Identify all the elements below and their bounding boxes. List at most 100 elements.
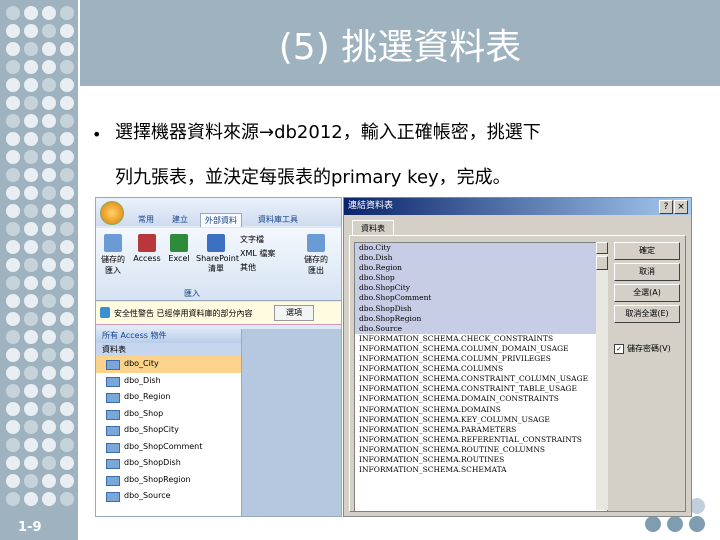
dot: [24, 6, 38, 20]
dot: [6, 384, 20, 398]
more-button[interactable]: 其他: [240, 262, 256, 273]
dot: [24, 168, 38, 182]
list-item[interactable]: dbo.ShopCity: [355, 283, 607, 294]
access-import-button[interactable]: Access: [132, 234, 162, 263]
saved-exports-button[interactable]: 儲存的匯出: [301, 234, 331, 276]
table-list[interactable]: dbo.City dbo.Dish dbo.Region dbo.Shop dbo.Sh…: [354, 242, 608, 512]
ribbon-item-label: 其他: [240, 263, 256, 272]
dot: [6, 240, 20, 254]
ribbon-item-label: XML 檔案: [240, 249, 276, 258]
select-all-button[interactable]: 全選(A): [614, 284, 680, 302]
dot: [42, 240, 56, 254]
dot: [24, 222, 38, 236]
ribbon-body: 儲存的匯入 Access Excel SharePoint清單 文字檔 XML …: [96, 228, 341, 301]
nav-table-label: dbo_ShopRegion: [124, 474, 191, 484]
dot: [6, 456, 20, 470]
list-item[interactable]: INFORMATION_SCHEMA.CHECK_CONSTRAINTS: [355, 334, 607, 344]
nav-table-item[interactable]: dbo_ShopCity: [96, 422, 241, 439]
dot: [24, 420, 38, 434]
dot: [689, 516, 705, 532]
dot: [6, 204, 20, 218]
excel-import-button[interactable]: Excel: [164, 234, 194, 263]
saved-exports-icon: [307, 234, 325, 252]
dot: [24, 276, 38, 290]
saved-imports-button[interactable]: 儲存的匯入: [98, 234, 128, 276]
nav-pane-header[interactable]: 所有 Access 物件: [96, 329, 241, 343]
dot: [6, 42, 20, 56]
list-item[interactable]: dbo.ShopRegion: [355, 313, 607, 324]
dot: [6, 348, 20, 362]
dot: [24, 348, 38, 362]
dot: [60, 456, 74, 470]
list-item[interactable]: INFORMATION_SCHEMA.KEY_COLUMN_USAGE: [355, 415, 607, 425]
checkbox-box[interactable]: ✓: [614, 343, 624, 354]
scroll-thumb[interactable]: [596, 256, 608, 270]
dot: [60, 6, 74, 20]
text-file-button[interactable]: 文字檔: [240, 234, 264, 245]
nav-table-item[interactable]: dbo_Source: [96, 488, 241, 505]
dot: [6, 366, 20, 380]
tab-database-tools[interactable]: 資料庫工具: [254, 213, 302, 226]
close-button[interactable]: ×: [674, 200, 688, 214]
list-item[interactable]: dbo.ShopComment: [355, 293, 607, 304]
scroll-up-arrow-icon[interactable]: [596, 242, 608, 254]
list-item[interactable]: INFORMATION_SCHEMA.SCHEMATA: [355, 465, 607, 475]
list-item[interactable]: INFORMATION_SCHEMA.COLUMNS: [355, 364, 607, 374]
bullet-text-line1: 選擇機器資料來源→db2012，輸入正確帳密，挑選下: [115, 122, 541, 143]
dot: [42, 150, 56, 164]
tab-home[interactable]: 常用: [134, 213, 158, 226]
list-scrollbar[interactable]: [596, 242, 608, 510]
list-item[interactable]: INFORMATION_SCHEMA.DOMAIN_CONSTRAINTS: [355, 394, 607, 404]
list-item[interactable]: INFORMATION_SCHEMA.CONSTRAINT_COLUMN_USA…: [355, 374, 607, 384]
tab-tables[interactable]: 資料表: [352, 220, 394, 236]
list-item[interactable]: INFORMATION_SCHEMA.DOMAINS: [355, 405, 607, 415]
list-item[interactable]: dbo.Shop: [355, 273, 607, 284]
nav-section-tables[interactable]: 資料表: [96, 343, 241, 356]
help-button[interactable]: ?: [659, 200, 673, 214]
frame-divider-horizontal: [80, 86, 720, 88]
xml-file-button[interactable]: XML 檔案: [240, 248, 275, 259]
tab-create[interactable]: 建立: [168, 213, 192, 226]
nav-table-item[interactable]: dbo_Shop: [96, 406, 241, 423]
dot: [42, 168, 56, 182]
security-options-button[interactable]: 選項: [274, 305, 314, 321]
deselect-all-button[interactable]: 取消全選(E): [614, 305, 680, 323]
dot: [42, 96, 56, 110]
excel-icon: [170, 234, 188, 252]
dot: [24, 402, 38, 416]
dot: [6, 474, 20, 488]
list-item[interactable]: dbo.Dish: [355, 253, 607, 264]
sharepoint-list-button[interactable]: SharePoint清單: [196, 234, 239, 274]
nav-table-item[interactable]: dbo_Region: [96, 389, 241, 406]
list-item[interactable]: dbo.Region: [355, 263, 607, 274]
dot: [24, 330, 38, 344]
list-item[interactable]: INFORMATION_SCHEMA.ROUTINE_COLUMNS: [355, 445, 607, 455]
linked-table-icon: [106, 426, 120, 436]
dot: [667, 516, 683, 532]
list-item[interactable]: INFORMATION_SCHEMA.REFERENTIAL_CONSTRAIN…: [355, 435, 607, 445]
list-item[interactable]: INFORMATION_SCHEMA.ROUTINES: [355, 455, 607, 465]
nav-table-item[interactable]: dbo_City: [96, 356, 241, 373]
ribbon-group-label: 匯入: [184, 289, 200, 298]
nav-table-item[interactable]: dbo_ShopDish: [96, 455, 241, 472]
nav-table-item[interactable]: dbo_ShopComment: [96, 439, 241, 456]
save-password-checkbox[interactable]: ✓ 儲存密碼(V): [614, 343, 671, 354]
tab-external-data[interactable]: 外部資料: [200, 213, 242, 227]
office-button[interactable]: [100, 201, 124, 225]
dot: [42, 276, 56, 290]
list-item[interactable]: dbo.ShopDish: [355, 303, 607, 314]
nav-table-item[interactable]: dbo_Dish: [96, 373, 241, 390]
list-item[interactable]: dbo.City: [355, 243, 607, 254]
linked-table-icon: [106, 475, 120, 486]
list-item[interactable]: INFORMATION_SCHEMA.CONSTRAINT_TABLE_USAG…: [355, 384, 607, 394]
list-item[interactable]: dbo.Source: [355, 323, 607, 334]
list-item[interactable]: INFORMATION_SCHEMA.COLUMN_PRIVILEGES: [355, 354, 607, 364]
nav-table-label: dbo_ShopCity: [124, 425, 179, 434]
ok-button[interactable]: 確定: [614, 242, 680, 260]
list-item[interactable]: INFORMATION_SCHEMA.PARAMETERS: [355, 425, 607, 435]
bullet-text-line2: 列九張表，並決定每張表的primary key，完成。: [115, 167, 511, 188]
list-item[interactable]: INFORMATION_SCHEMA.COLUMN_DOMAIN_USAGE: [355, 344, 607, 354]
dot: [42, 6, 56, 20]
cancel-button[interactable]: 取消: [614, 263, 680, 281]
nav-table-item[interactable]: dbo_ShopRegion: [96, 472, 241, 489]
